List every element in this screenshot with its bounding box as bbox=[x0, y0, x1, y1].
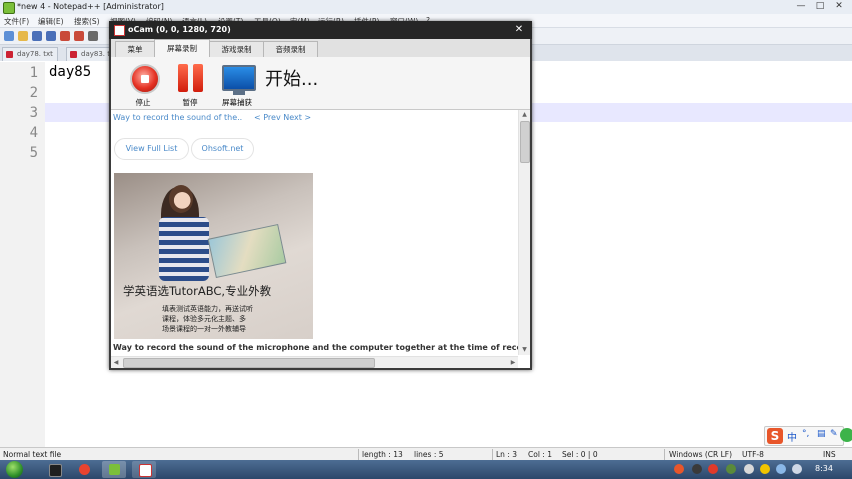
start-status-text: 开始... bbox=[265, 69, 319, 90]
status-ln: Ln : 3 bbox=[496, 450, 517, 459]
menu-search[interactable]: 搜索(S) bbox=[74, 16, 100, 27]
line-number: 4 bbox=[29, 125, 38, 141]
tray-chevron-icon[interactable] bbox=[692, 464, 702, 474]
close-all-icon[interactable] bbox=[74, 31, 84, 41]
pause-label: 暂停 bbox=[182, 98, 198, 107]
ocam-title-bar[interactable]: oCam (0, 0, 1280, 720) ✕ bbox=[109, 21, 532, 39]
close-file-icon[interactable] bbox=[60, 31, 70, 41]
minimize-button[interactable]: — bbox=[792, 1, 810, 12]
file-tab-day78[interactable]: day78. txt bbox=[2, 47, 58, 61]
taskbar-app-ocam[interactable] bbox=[132, 461, 156, 478]
stop-record-icon bbox=[130, 64, 160, 94]
code-line-1: day85 bbox=[49, 64, 92, 80]
notepad-status-bar: Normal text file length : 13 lines : 5 L… bbox=[0, 447, 852, 461]
screen-capture-button[interactable]: 屏幕捕获 bbox=[217, 61, 257, 107]
status-lines: lines : 5 bbox=[414, 450, 444, 459]
stop-button[interactable]: 停止 bbox=[123, 61, 163, 107]
ocam-tab-bar: 菜单 屏幕录制 游戏录制 音频录制 bbox=[111, 39, 530, 58]
open-file-icon[interactable] bbox=[18, 31, 28, 41]
tray-volume-icon[interactable] bbox=[792, 464, 802, 474]
horizontal-scrollbar[interactable]: ◀ ▶ bbox=[111, 356, 518, 368]
menu-file[interactable]: 文件(F) bbox=[4, 16, 29, 27]
scroll-up-arrow-icon[interactable]: ▲ bbox=[519, 110, 530, 120]
tray-app-icon[interactable] bbox=[726, 464, 736, 474]
ime-punctuation-icon[interactable]: °, bbox=[802, 429, 809, 439]
stop-label: 停止 bbox=[135, 98, 151, 107]
ocam-close-button[interactable]: ✕ bbox=[512, 24, 526, 36]
tab-game-record[interactable]: 游戏录制 bbox=[209, 41, 264, 58]
line-number: 1 bbox=[29, 65, 38, 81]
close-button[interactable]: ✕ bbox=[830, 1, 848, 12]
tray-network-icon[interactable] bbox=[744, 464, 754, 474]
maximize-button[interactable]: □ bbox=[811, 1, 829, 12]
tab-screen-record[interactable]: 屏幕录制 bbox=[154, 39, 210, 58]
speed-ball-icon[interactable] bbox=[840, 428, 852, 442]
line-number: 3 bbox=[29, 105, 38, 121]
ocam-ad-panel: Way to record the sound of the.. < Prev … bbox=[111, 110, 530, 368]
menu-edit[interactable]: 编辑(E) bbox=[38, 16, 64, 27]
horizontal-scroll-thumb[interactable] bbox=[123, 358, 375, 368]
tray-display-icon[interactable] bbox=[776, 464, 786, 474]
pause-icon bbox=[178, 64, 204, 92]
scroll-left-arrow-icon[interactable]: ◀ bbox=[111, 357, 121, 368]
tab-menu[interactable]: 菜单 bbox=[115, 41, 155, 58]
notepad-app-icon bbox=[3, 2, 15, 14]
scroll-down-arrow-icon[interactable]: ▼ bbox=[519, 345, 530, 355]
ime-toolbar: S 中 °, ▤ ✎ bbox=[764, 426, 844, 446]
taskbar-app-cmd[interactable] bbox=[42, 461, 66, 478]
status-file-type: Normal text file bbox=[3, 450, 62, 459]
windows-taskbar: 8:34 bbox=[0, 460, 852, 479]
save-all-icon[interactable] bbox=[46, 31, 56, 41]
prev-next-links[interactable]: < Prev Next > bbox=[254, 113, 311, 122]
taskbar-app-notepadpp[interactable] bbox=[102, 461, 126, 478]
taskbar-app-chrome[interactable] bbox=[72, 461, 96, 478]
monitor-icon bbox=[222, 65, 256, 95]
taskbar-clock[interactable]: 8:34 bbox=[815, 464, 833, 473]
status-insert-mode: INS bbox=[823, 450, 836, 459]
tab-audio-record[interactable]: 音频录制 bbox=[263, 41, 318, 58]
ad-photo bbox=[159, 181, 287, 281]
status-encoding: UTF-8 bbox=[742, 450, 764, 459]
ocam-window-title: oCam (0, 0, 1280, 720) bbox=[128, 25, 231, 34]
new-file-icon[interactable] bbox=[4, 31, 14, 41]
ime-tools-icon[interactable]: ✎ bbox=[830, 429, 838, 439]
status-sel: Sel : 0 | 0 bbox=[562, 450, 598, 459]
article-headline[interactable]: Way to record the sound of the microphon… bbox=[113, 343, 530, 352]
ocam-app-icon bbox=[114, 25, 125, 36]
ocam-toolbar: 停止 暂停 屏幕捕获 开始... bbox=[111, 57, 530, 110]
ad-title: 学英语选TutorABC,专业外教 bbox=[123, 284, 272, 298]
tray-record-icon[interactable] bbox=[708, 464, 718, 474]
ocam-window: oCam (0, 0, 1280, 720) ✕ 菜单 屏幕录制 游戏录制 音频… bbox=[109, 21, 532, 370]
ad-text-line: 场景课程的一对一外教辅导 bbox=[162, 325, 246, 333]
ime-chinese-mode[interactable]: 中 bbox=[787, 429, 797, 444]
status-col: Col : 1 bbox=[528, 450, 552, 459]
notepad-title-bar[interactable]: *new 4 - Notepad++ [Administrator] — □ ✕ bbox=[0, 0, 852, 14]
save-icon[interactable] bbox=[32, 31, 42, 41]
view-full-list-button[interactable]: View Full List bbox=[114, 138, 189, 160]
article-link[interactable]: Way to record the sound of the.. bbox=[113, 113, 242, 122]
line-number: 2 bbox=[29, 85, 38, 101]
vertical-scroll-thumb[interactable] bbox=[520, 121, 530, 163]
start-button[interactable] bbox=[6, 461, 23, 478]
line-number: 5 bbox=[29, 145, 38, 161]
line-number-gutter: 1 2 3 4 5 bbox=[0, 62, 45, 447]
status-eol: Windows (CR LF) bbox=[669, 450, 733, 459]
tray-sogou-icon[interactable] bbox=[674, 464, 684, 474]
print-icon[interactable] bbox=[88, 31, 98, 41]
pause-button[interactable]: 暂停 bbox=[170, 61, 210, 107]
ad-text-line: 填表测试英语能力，再送试听 bbox=[162, 305, 253, 313]
vertical-scrollbar[interactable]: ▲ ▼ bbox=[518, 110, 530, 355]
ohsoft-link-button[interactable]: Ohsoft.net bbox=[191, 138, 254, 160]
tray-security-icon[interactable] bbox=[760, 464, 770, 474]
screen-capture-label: 屏幕捕获 bbox=[222, 98, 252, 107]
ad-text-line: 课程，体验多元化主题、多 bbox=[162, 315, 246, 323]
notepad-window-title: *new 4 - Notepad++ [Administrator] bbox=[17, 2, 164, 11]
advertisement-banner[interactable]: 学英语选TutorABC,专业外教 填表测试英语能力，再送试听 课程，体验多元化… bbox=[114, 173, 313, 339]
status-length: length : 13 bbox=[362, 450, 403, 459]
ime-keyboard-icon[interactable]: ▤ bbox=[817, 429, 826, 439]
scroll-right-arrow-icon[interactable]: ▶ bbox=[508, 357, 518, 368]
sogou-ime-icon[interactable]: S bbox=[767, 428, 783, 444]
